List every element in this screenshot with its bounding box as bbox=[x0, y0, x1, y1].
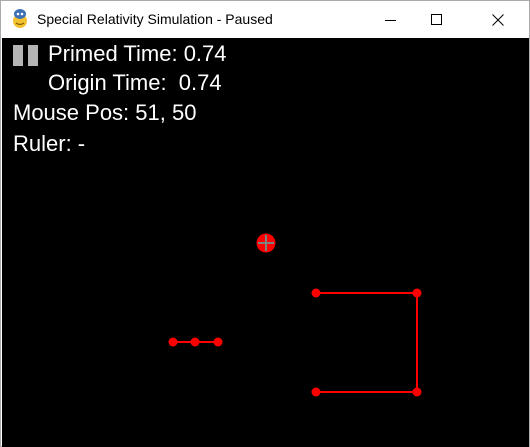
pygame-icon bbox=[13, 9, 27, 28]
bracket-shape[interactable] bbox=[311, 288, 422, 397]
bracket-point[interactable] bbox=[412, 288, 422, 298]
bracket-point[interactable] bbox=[412, 387, 422, 397]
close-button[interactable] bbox=[475, 1, 521, 38]
bracket-point[interactable] bbox=[311, 387, 321, 397]
simulation-canvas[interactable]: Primed Time: 0.74 Origin Time: 0.74 Mous… bbox=[2, 38, 529, 447]
short-rod[interactable] bbox=[168, 337, 223, 347]
maximize-icon bbox=[431, 13, 442, 25]
title-bar[interactable]: Special Relativity Simulation - Paused bbox=[1, 1, 529, 38]
close-icon bbox=[492, 13, 504, 26]
scene-drawing bbox=[168, 233, 422, 397]
rod-point[interactable] bbox=[190, 337, 200, 347]
bracket-point[interactable] bbox=[311, 288, 321, 298]
app-window: Special Relativity Simulation - Paused P… bbox=[0, 0, 530, 447]
origin-marker[interactable] bbox=[256, 233, 276, 253]
minimize-icon bbox=[385, 19, 396, 21]
maximize-button[interactable] bbox=[414, 1, 460, 38]
rod-point[interactable] bbox=[168, 337, 178, 347]
window-title: Special Relativity Simulation - Paused bbox=[37, 11, 273, 27]
minimize-button[interactable] bbox=[368, 1, 414, 38]
rod-point[interactable] bbox=[213, 337, 223, 347]
